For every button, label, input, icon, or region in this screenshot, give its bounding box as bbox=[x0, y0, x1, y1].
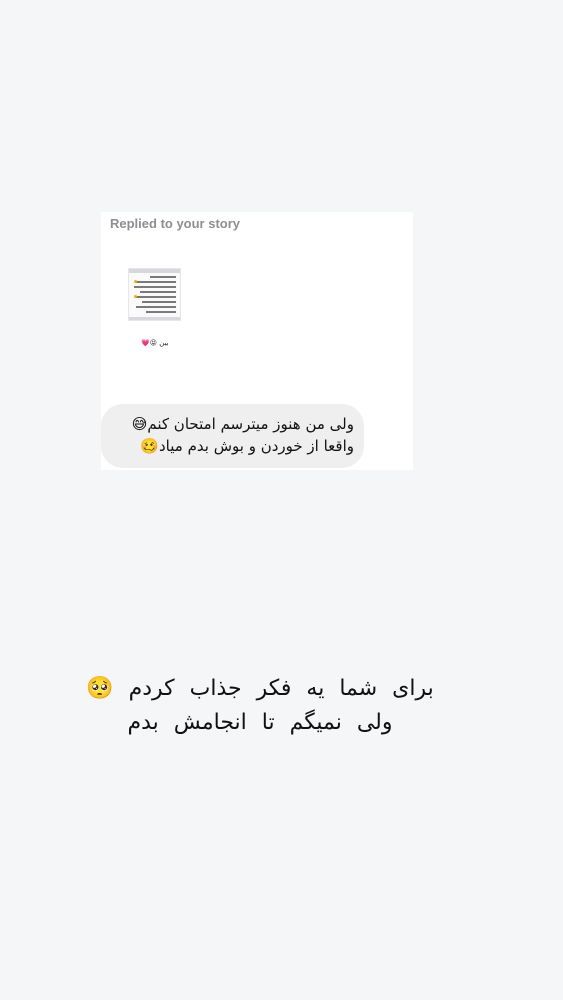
story-text-line bbox=[136, 306, 176, 308]
replied-story-card: Replied to your story بین 😝💗 ولی من هنوز… bbox=[101, 212, 413, 470]
story-thumbnail-footer bbox=[129, 317, 180, 320]
story-text-line bbox=[140, 291, 176, 293]
message-line: واقعا از خوردن و بوش بدم میاد🥴 bbox=[140, 437, 354, 455]
story-overlay-text: برای شما یه فکر جذاب کردم 🥺 ولی نمیگم تا… bbox=[70, 672, 450, 740]
message-bubble[interactable]: ولی من هنوز میترسم امتحان کنم😅 واقعا از … bbox=[101, 404, 364, 468]
story-text-line bbox=[150, 276, 176, 278]
story-text-line bbox=[135, 296, 176, 298]
replied-to-story-label: Replied to your story bbox=[110, 216, 241, 231]
story-thumbnail[interactable] bbox=[128, 268, 181, 321]
story-emoji-dot bbox=[134, 295, 137, 298]
story-emoji-dot bbox=[134, 280, 137, 283]
overlay-text-line: برای شما یه فکر جذاب کردم 🥺 bbox=[86, 676, 434, 701]
overlay-text-line: ولی نمیگم تا انجامش بدم bbox=[127, 710, 393, 735]
story-text-line bbox=[136, 281, 176, 283]
story-thumbnail-header bbox=[129, 269, 180, 273]
story-text-line bbox=[146, 311, 176, 313]
story-text-line bbox=[142, 301, 176, 303]
story-text-line bbox=[134, 286, 176, 288]
story-caption: بین 😝💗 bbox=[141, 339, 169, 347]
message-line: ولی من هنوز میترسم امتحان کنم😅 bbox=[131, 415, 354, 433]
